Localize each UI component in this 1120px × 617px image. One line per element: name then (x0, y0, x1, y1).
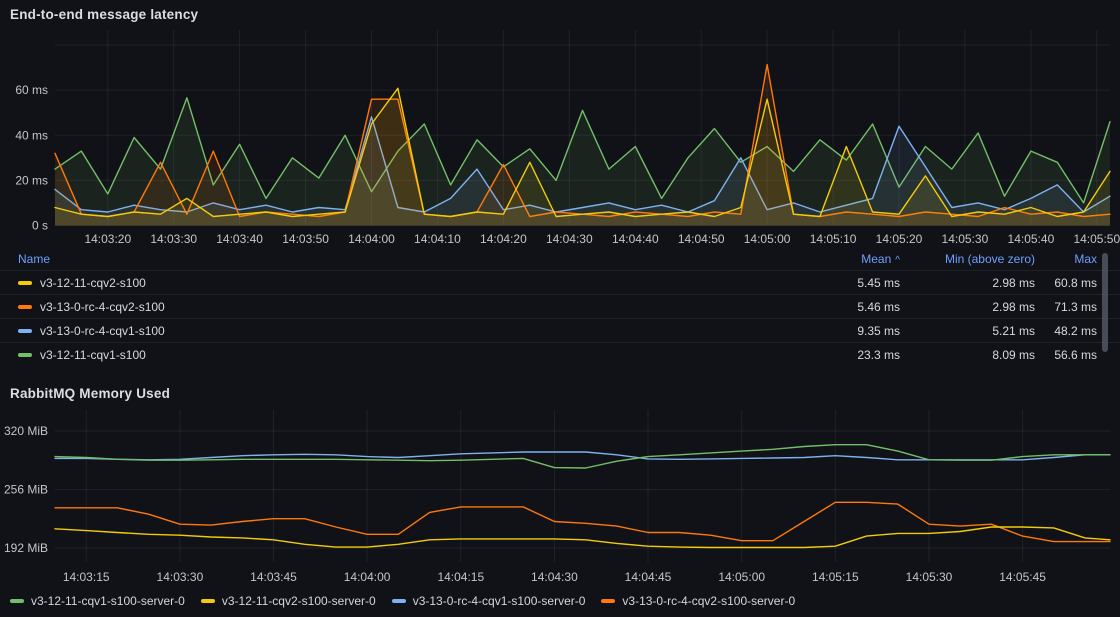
x-axis-tick-label: 14:05:30 (906, 570, 953, 584)
series-name-cell: v3-13-0-rc-4-cqv1-s100 (0, 324, 750, 338)
x-axis-tick-label: 14:05:00 (744, 232, 791, 246)
series-name: v3-12-11-cqv2-s100-server-0 (222, 594, 376, 608)
series-name-cell: v3-12-11-cqv2-s100 (0, 276, 750, 290)
series-name: v3-13-0-rc-4-cqv1-s100-server-0 (413, 594, 586, 608)
column-header-mean[interactable]: Mean^ (750, 252, 900, 266)
column-header-name[interactable]: Name (0, 252, 750, 266)
x-axis-tick-label: 14:04:50 (678, 232, 725, 246)
x-axis-tick-label: 14:04:30 (546, 232, 593, 246)
column-header-min[interactable]: Min (above zero) (900, 252, 1035, 266)
legend-table-header: NameMean^Min (above zero)Max (0, 247, 1120, 270)
x-axis-tick-label: 14:04:40 (612, 232, 659, 246)
x-axis-tick-label: 14:03:20 (84, 232, 131, 246)
column-header-max[interactable]: Max (1035, 252, 1097, 266)
legend-table-row[interactable]: v3-13-0-rc-4-cqv2-s100 5.46 ms2.98 ms71.3… (0, 294, 1120, 318)
x-axis-tick-label: 14:04:20 (480, 232, 527, 246)
legend-table-row[interactable]: v3-12-11-cqv2-s100 5.45 ms2.98 ms60.8 ms (0, 270, 1120, 294)
x-axis-tick-label: 14:05:30 (942, 232, 989, 246)
series-color-swatch (10, 599, 24, 603)
series-color-swatch (18, 353, 32, 357)
x-axis-tick-label: 14:03:30 (157, 570, 204, 584)
latency-chart[interactable]: 0 s 20 ms 40 ms 60 ms 14:03:20 14:03:30 14:03:… (0, 0, 1120, 252)
memory-chart[interactable]: 192 MiB 256 MiB 320 MiB 14:03:15 14:03:30 14:… (0, 403, 1120, 587)
legend-table-row[interactable]: v3-12-11-cqv1-s100 23.3 ms8.09 ms56.6 ms (0, 342, 1120, 366)
max-value: 60.8 ms (1035, 276, 1097, 290)
max-value: 71.3 ms (1035, 300, 1097, 314)
x-axis-tick-label: 14:04:10 (414, 232, 461, 246)
x-axis-tick-label: 14:03:50 (282, 232, 329, 246)
series-color-swatch (392, 599, 406, 603)
legend-table-row[interactable]: v3-13-0-rc-4-cqv1-s100 9.35 ms5.21 ms48.2… (0, 318, 1120, 342)
x-axis-tick-label: 14:04:15 (437, 570, 484, 584)
y-axis-tick-label: 0 s (32, 219, 48, 233)
legend-item[interactable]: v3-13-0-rc-4-cqv1-s100-server-0 (392, 594, 586, 608)
series-name-cell: v3-12-11-cqv1-s100 (0, 348, 750, 362)
min-value: 2.98 ms (900, 276, 1035, 290)
x-axis-tick-label: 14:05:15 (812, 570, 859, 584)
series-name: v3-13-0-rc-4-cqv1-s100 (40, 324, 165, 338)
x-axis-tick-label: 14:05:20 (876, 232, 923, 246)
series-color-swatch (18, 305, 32, 309)
x-axis-tick-label: 14:04:00 (348, 232, 395, 246)
min-value: 8.09 ms (900, 348, 1035, 362)
y-axis-tick-label: 20 ms (15, 173, 48, 187)
series-name: v3-13-0-rc-4-cqv2-s100-server-0 (622, 594, 795, 608)
legend-scrollbar[interactable] (1102, 253, 1108, 352)
x-axis-tick-label: 14:05:50 (1073, 232, 1120, 246)
min-value: 5.21 ms (900, 324, 1035, 338)
series-color-swatch (18, 329, 32, 333)
series-line-v3-12-11-cqv1-s100-server-0 (55, 445, 1110, 468)
x-axis-tick-label: 14:05:45 (999, 570, 1046, 584)
y-axis-tick-label: 60 ms (15, 83, 48, 97)
series-line-v3-13-0-rc-4-cqv2-s100-server-0 (55, 502, 1110, 541)
y-axis-tick-label: 40 ms (15, 128, 48, 142)
legend-item[interactable]: v3-13-0-rc-4-cqv2-s100-server-0 (601, 594, 795, 608)
x-axis-tick-label: 14:03:15 (63, 570, 110, 584)
mean-value: 5.45 ms (750, 276, 900, 290)
x-axis-tick-label: 14:05:10 (810, 232, 857, 246)
series-color-swatch (601, 599, 615, 603)
series-line-v3-12-11-cqv2-s100-server-0 (55, 527, 1110, 548)
legend-item[interactable]: v3-12-11-cqv2-s100-server-0 (201, 594, 376, 608)
series-color-swatch (18, 281, 32, 285)
x-axis-tick-label: 14:05:40 (1008, 232, 1055, 246)
x-axis-tick-label: 14:05:00 (718, 570, 765, 584)
series-name-cell: v3-13-0-rc-4-cqv2-s100 (0, 300, 750, 314)
memory-chart-svg: 192 MiB 256 MiB 320 MiB 14:03:15 14:03:30 14:… (0, 403, 1120, 587)
x-axis-tick-label: 14:04:45 (625, 570, 672, 584)
series-name: v3-12-11-cqv1-s100-server-0 (31, 594, 185, 608)
x-axis-tick-label: 14:03:45 (250, 570, 297, 584)
x-axis-tick-label: 14:04:30 (531, 570, 578, 584)
latency-chart-svg: 0 s 20 ms 40 ms 60 ms 14:03:20 14:03:30 14:03:… (0, 0, 1120, 252)
x-axis-tick-label: 14:03:30 (150, 232, 197, 246)
series-name: v3-13-0-rc-4-cqv2-s100 (40, 300, 165, 314)
mean-value: 23.3 ms (750, 348, 900, 362)
y-axis-tick-label: 320 MiB (4, 424, 48, 438)
series-line-v3-13-0-rc-4-cqv1-s100-server-0 (55, 452, 1110, 460)
memory-panel-title: RabbitMQ Memory Used (10, 386, 170, 401)
x-axis-tick-label: 14:04:00 (344, 570, 391, 584)
max-value: 48.2 ms (1035, 324, 1097, 338)
legend-table: NameMean^Min (above zero)Maxv3-12-11-cqv… (0, 247, 1120, 366)
series-name: v3-12-11-cqv1-s100 (40, 348, 146, 362)
y-axis-tick-label: 256 MiB (4, 483, 48, 497)
min-value: 2.98 ms (900, 300, 1035, 314)
mean-value: 9.35 ms (750, 324, 900, 338)
mean-value: 5.46 ms (750, 300, 900, 314)
y-axis-tick-label: 192 MiB (4, 541, 48, 555)
max-value: 56.6 ms (1035, 348, 1097, 362)
memory-legend: v3-12-11-cqv1-s100-server-0 v3-12-11-cqv2… (10, 594, 795, 608)
legend-item[interactable]: v3-12-11-cqv1-s100-server-0 (10, 594, 185, 608)
x-axis-tick-label: 14:03:40 (216, 232, 263, 246)
series-color-swatch (201, 599, 215, 603)
series-name: v3-12-11-cqv2-s100 (40, 276, 146, 290)
